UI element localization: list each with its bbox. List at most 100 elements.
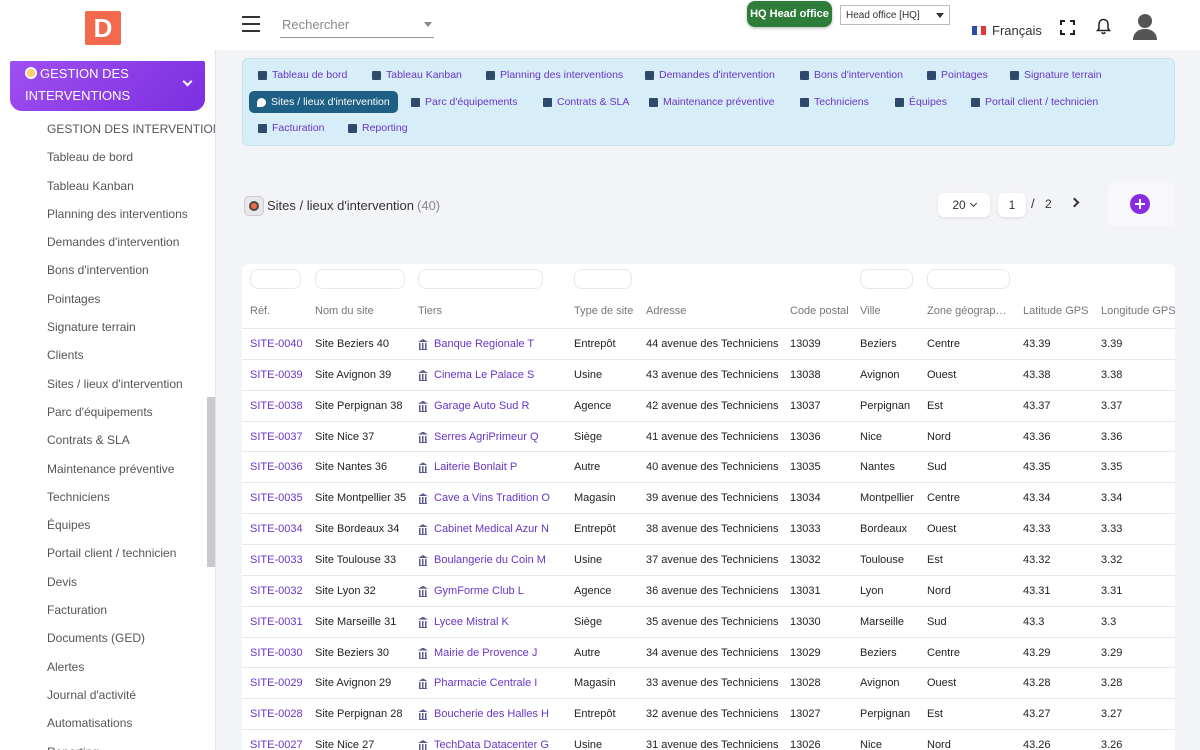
sidebar-item-technicians[interactable]: Techniciens bbox=[0, 483, 206, 511]
filter-name-input[interactable] bbox=[315, 269, 405, 289]
column-header-postal-code[interactable]: Code postal bbox=[790, 305, 849, 317]
tab-technicians[interactable]: Techniciens bbox=[800, 91, 869, 113]
filter-zone-input[interactable] bbox=[927, 269, 1010, 289]
sidebar-item-planning[interactable]: Planning des interventions bbox=[0, 200, 206, 228]
cell-ref[interactable]: SITE-0040 bbox=[250, 338, 303, 350]
tiers-link[interactable]: Laiterie Bonlait P bbox=[434, 461, 517, 473]
cell-tiers[interactable]: Lycee Mistral K bbox=[418, 616, 509, 628]
cell-ref[interactable]: SITE-0030 bbox=[250, 647, 303, 659]
tab-requests[interactable]: Demandes d'intervention bbox=[645, 64, 775, 86]
fullscreen-icon[interactable] bbox=[1060, 20, 1075, 35]
table-row[interactable]: SITE-0030 Site Beziers 30 Mairie de Proven… bbox=[242, 636, 1175, 668]
table-row[interactable]: SITE-0032 Site Lyon 32 GymForme Club L Agen… bbox=[242, 574, 1175, 606]
sidebar-item-kanban[interactable]: Tableau Kanban bbox=[0, 172, 206, 200]
column-header-address[interactable]: Adresse bbox=[646, 305, 686, 317]
sidebar-item-maintenance[interactable]: Maintenance préventive bbox=[0, 455, 206, 483]
cell-ref[interactable]: SITE-0036 bbox=[250, 461, 303, 473]
table-row[interactable]: SITE-0039 Site Avignon 39 Cinema Le Palace… bbox=[242, 358, 1175, 390]
filter-type-input[interactable] bbox=[574, 269, 632, 289]
sidebar-item-equipment[interactable]: Parc d'équipements bbox=[0, 398, 206, 426]
table-row[interactable]: SITE-0040 Site Beziers 40 Banque Regionale… bbox=[242, 328, 1175, 359]
tiers-link[interactable]: Boucherie des Halles H bbox=[434, 708, 549, 720]
tiers-link[interactable]: Serres AgriPrimeur Q bbox=[434, 431, 539, 443]
add-site-button[interactable] bbox=[1130, 194, 1150, 214]
next-page-icon[interactable] bbox=[1069, 197, 1080, 208]
cell-tiers[interactable]: Garage Auto Sud R bbox=[418, 400, 529, 412]
tab-equipment[interactable]: Parc d'équipements bbox=[411, 91, 517, 113]
tab-signature[interactable]: Signature terrain bbox=[1010, 64, 1102, 86]
tab-portal[interactable]: Portail client / technicien bbox=[971, 91, 1098, 113]
tiers-link[interactable]: Pharmacie Centrale I bbox=[434, 677, 537, 689]
language-selector[interactable]: Français bbox=[972, 23, 1042, 38]
cell-tiers[interactable]: Mairie de Provence J bbox=[418, 647, 537, 659]
column-header-tiers[interactable]: Tiers bbox=[418, 305, 442, 317]
tiers-link[interactable]: Mairie de Provence J bbox=[434, 647, 537, 659]
sidebar-item-requests[interactable]: Demandes d'intervention bbox=[0, 228, 206, 256]
tab-sites[interactable]: Sites / lieux d'intervention bbox=[249, 91, 398, 113]
column-header-name[interactable]: Nom du site bbox=[315, 305, 374, 317]
cell-ref[interactable]: SITE-0027 bbox=[250, 739, 303, 750]
cell-ref[interactable]: SITE-0037 bbox=[250, 431, 303, 443]
cell-tiers[interactable]: Banque Regionale T bbox=[418, 338, 534, 350]
module-header[interactable]: GESTION DES INTERVENTIONS bbox=[10, 61, 205, 111]
tiers-link[interactable]: Garage Auto Sud R bbox=[434, 400, 529, 412]
cell-ref[interactable]: SITE-0028 bbox=[250, 708, 303, 720]
sidebar-item-work-orders[interactable]: Bons d'intervention bbox=[0, 256, 206, 284]
bell-icon[interactable] bbox=[1096, 18, 1111, 35]
avatar[interactable] bbox=[1132, 12, 1158, 40]
column-header-type[interactable]: Type de site bbox=[574, 305, 633, 317]
tab-teams[interactable]: Équipes bbox=[895, 91, 947, 113]
sidebar-item-billing[interactable]: Facturation bbox=[0, 596, 206, 624]
tab-work-orders[interactable]: Bons d'intervention bbox=[800, 64, 903, 86]
tiers-link[interactable]: Lycee Mistral K bbox=[434, 616, 509, 628]
sidebar-item-sites[interactable]: Sites / lieux d'intervention bbox=[0, 370, 206, 398]
cell-ref[interactable]: SITE-0034 bbox=[250, 523, 303, 535]
table-row[interactable]: SITE-0037 Site Nice 37 Serres AgriPrimeur … bbox=[242, 420, 1175, 452]
tab-planning[interactable]: Planning des interventions bbox=[486, 64, 623, 86]
menu-toggle-icon[interactable] bbox=[242, 16, 260, 32]
hq-badge[interactable]: HQ Head office bbox=[747, 1, 832, 27]
cell-ref[interactable]: SITE-0035 bbox=[250, 492, 303, 504]
sidebar-item-automations[interactable]: Automatisations bbox=[0, 709, 206, 737]
sidebar-item-dashboard[interactable]: Tableau de bord bbox=[0, 143, 206, 171]
table-row[interactable]: SITE-0027 Site Nice 27 TechData Datacenter… bbox=[242, 729, 1175, 750]
column-header-latitude[interactable]: Latitude GPS bbox=[1023, 305, 1088, 317]
cell-ref[interactable]: SITE-0039 bbox=[250, 369, 303, 381]
entity-select[interactable]: Head office [HQ] bbox=[840, 5, 950, 25]
tiers-link[interactable]: Banque Regionale T bbox=[434, 338, 534, 350]
tab-billing[interactable]: Facturation bbox=[258, 117, 325, 139]
table-row[interactable]: SITE-0034 Site Bordeaux 34 Cabinet Medical… bbox=[242, 513, 1175, 544]
tab-reporting[interactable]: Reporting bbox=[348, 117, 408, 139]
cell-tiers[interactable]: GymForme Club L bbox=[418, 585, 524, 597]
page-number-input[interactable]: 1 bbox=[998, 193, 1026, 217]
tiers-link[interactable]: Cave a Vins Tradition O bbox=[434, 492, 550, 504]
cell-ref[interactable]: SITE-0031 bbox=[250, 616, 303, 628]
sidebar-item-documents[interactable]: Documents (GED) bbox=[0, 624, 206, 652]
sidebar-item-teams[interactable]: Équipes bbox=[0, 511, 206, 539]
tab-timesheets[interactable]: Pointages bbox=[927, 64, 988, 86]
cell-tiers[interactable]: Boucherie des Halles H bbox=[418, 708, 549, 721]
cell-tiers[interactable]: Cave a Vins Tradition O bbox=[418, 492, 550, 505]
sidebar-item-timesheets[interactable]: Pointages bbox=[0, 285, 206, 313]
sidebar-item-alerts[interactable]: Alertes bbox=[0, 653, 206, 681]
cell-tiers[interactable]: Boulangerie du Coin M bbox=[418, 554, 546, 566]
table-row[interactable]: SITE-0029 Site Avignon 29 Pharmacie Centra… bbox=[242, 667, 1175, 698]
filter-city-input[interactable] bbox=[860, 269, 913, 289]
tiers-link[interactable]: GymForme Club L bbox=[434, 585, 524, 597]
sidebar-scrollbar[interactable] bbox=[207, 397, 215, 567]
table-row[interactable]: SITE-0028 Site Perpignan 28 Boucherie des … bbox=[242, 698, 1175, 729]
cell-tiers[interactable]: TechData Datacenter G bbox=[418, 739, 549, 750]
column-header-zone[interactable]: Zone géograp… bbox=[927, 305, 1007, 317]
tiers-link[interactable]: Boulangerie du Coin M bbox=[434, 554, 546, 566]
column-header-longitude[interactable]: Longitude GPS bbox=[1101, 305, 1175, 317]
cell-ref[interactable]: SITE-0038 bbox=[250, 400, 303, 412]
sidebar-item-module[interactable]: GESTION DES INTERVENTIONS bbox=[0, 115, 215, 143]
sidebar-item-activity-log[interactable]: Journal d'activité bbox=[0, 681, 206, 709]
tab-dashboard[interactable]: Tableau de bord bbox=[258, 64, 347, 86]
sidebar-item-clients[interactable]: Clients bbox=[0, 341, 206, 369]
search-input[interactable]: Rechercher bbox=[280, 11, 434, 38]
sidebar-item-reporting[interactable]: Reporting bbox=[0, 738, 206, 750]
cell-tiers[interactable]: Laiterie Bonlait P bbox=[418, 461, 517, 474]
tab-maintenance[interactable]: Maintenance préventive bbox=[649, 91, 775, 113]
cell-tiers[interactable]: Serres AgriPrimeur Q bbox=[418, 431, 539, 443]
